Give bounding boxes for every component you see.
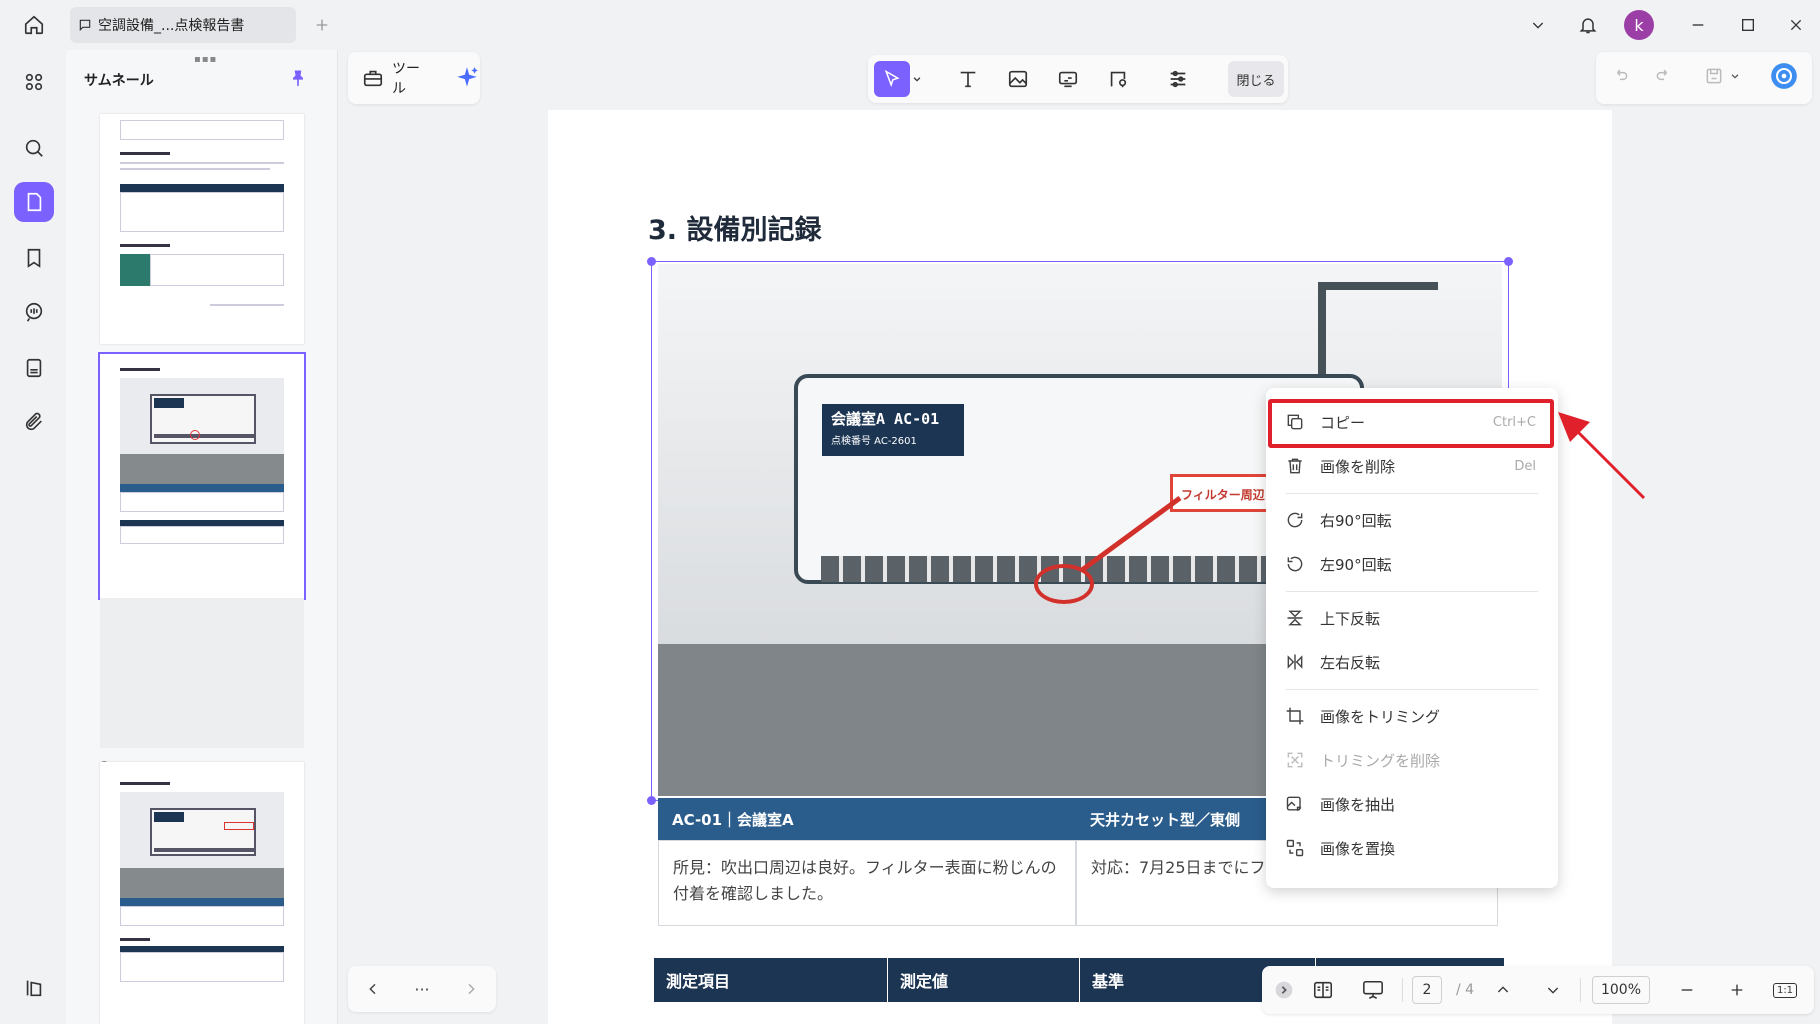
flip-vertical-icon [1280,603,1310,633]
trash-icon [1280,451,1310,481]
resize-handle[interactable] [1504,257,1513,266]
crop-icon [1280,701,1310,731]
menu-separator [1286,689,1538,690]
chevron-left-icon[interactable] [365,981,381,997]
current-page-input[interactable]: 2 [1412,976,1442,1004]
image-tool-icon[interactable] [1000,61,1036,97]
menu-separator [1286,493,1538,494]
chevron-up-icon[interactable] [1488,975,1518,1005]
close-window-icon[interactable] [1782,11,1810,39]
tools-label[interactable]: ツール [392,58,432,98]
menu-item-rotate-left[interactable]: 左90°回転 [1266,542,1558,586]
section-title: 3. 設備別記録 [648,215,822,246]
zoom-out-icon[interactable] [1672,975,1702,1005]
menu-item-flip-horizontal[interactable]: 左右反転 [1266,640,1558,684]
expand-bar-icon[interactable] [1272,975,1296,1005]
menu-item-delete-image[interactable]: 画像を削除 Del [1266,444,1558,488]
menu-item-extract-image[interactable]: 画像を抽出 [1266,782,1558,826]
menu-item-remove-crop: トリミングを削除 [1266,738,1558,782]
actual-size-label: 1:1 [1772,982,1798,998]
title-bar: 空調設備_...点検報告書 k [0,0,1820,50]
actual-size-button[interactable]: 1:1 [1770,975,1800,1005]
bookmark-icon[interactable] [14,238,54,278]
avatar[interactable]: k [1624,10,1654,40]
apps-grid-icon[interactable] [14,62,54,102]
left-rail [8,52,60,1024]
total-pages: / 4 [1455,982,1475,998]
remove-crop-icon [1280,745,1310,775]
extract-image-icon [1280,789,1310,819]
menu-item-rotate-right[interactable]: 右90°回転 [1266,498,1558,542]
bell-icon[interactable] [1574,11,1602,39]
menu-item-crop[interactable]: 画像をトリミング [1266,694,1558,738]
form-fields-icon[interactable] [14,348,54,388]
resize-handle[interactable] [647,796,656,805]
new-tab-icon[interactable] [308,11,336,39]
ai-assistant-icon[interactable] [1766,58,1802,94]
page-thumbnail-2[interactable] [98,352,306,600]
zoom-level-input[interactable]: 100% [1592,976,1650,1004]
pin-icon[interactable] [288,68,308,92]
ai-sparkle-icon[interactable] [454,65,480,91]
reading-mode-icon[interactable] [1306,975,1340,1005]
table-header-1: AC-01｜会議室A [658,798,1076,840]
edit-toolbar: 閉じる [868,55,1288,103]
chevron-down-icon[interactable] [1524,11,1552,39]
thumbnails-page-icon[interactable] [14,182,54,222]
page-nav-group: ··· [348,966,496,1012]
annotation-arrow [1558,412,1646,500]
page-nav-more[interactable]: ··· [414,980,429,999]
thumbnail-panel: ▪▪▪ サムネール 1 ··· 2 ··· [66,50,338,1024]
close-edit-button[interactable]: 閉じる [1228,61,1284,97]
copy-highlight-box [1268,399,1554,448]
presentation-icon[interactable] [1356,975,1390,1005]
comment-panel-icon[interactable] [14,292,54,332]
select-tool-icon[interactable] [874,61,910,97]
chevron-right-icon[interactable] [463,981,479,997]
attachment-icon[interactable] [14,402,54,442]
select-dropdown-icon[interactable] [908,61,926,97]
zoom-in-icon[interactable] [1722,975,1752,1005]
chevron-down-icon[interactable] [1538,975,1568,1005]
maximize-icon[interactable] [1734,11,1762,39]
home-icon[interactable] [20,11,48,39]
table-cell-1: 所見：吹出口周辺は良好。フィルター表面に粉じんの付着を確認しました。 [658,840,1076,926]
link-tool-icon[interactable] [1050,61,1086,97]
watermark-tool-icon[interactable] [1100,61,1136,97]
document-tab[interactable]: 空調設備_...点検報告書 [70,7,296,43]
drag-handle[interactable]: ▪▪▪ [194,54,217,65]
thumbnail-title: サムネール [84,73,154,89]
sidebar-toggle-icon[interactable] [14,968,54,1008]
measure-header-value: 測定値 [888,958,1080,1002]
minimize-icon[interactable] [1684,11,1712,39]
comment-icon [79,19,91,32]
page-thumbnail-2-overflow [100,598,304,748]
page-thumbnail-3[interactable] [100,762,304,1024]
page-thumbnail-1[interactable] [100,114,304,344]
image-context-menu: コピー Ctrl+C 画像を削除 Del 右90°回転 左90°回転 上下反転 … [1266,388,1558,888]
rotate-left-icon [1280,549,1310,579]
menu-item-replace-image[interactable]: 画像を置換 [1266,826,1558,870]
menu-separator [1286,591,1538,592]
undo-icon[interactable] [1602,58,1638,94]
save-dropdown-icon[interactable] [1726,58,1744,94]
menu-item-flip-vertical[interactable]: 上下反転 [1266,596,1558,640]
tab-title: 空調設備_...点検報告書 [98,18,245,34]
resize-handle[interactable] [647,257,656,266]
adjust-tool-icon[interactable] [1160,61,1196,97]
redo-icon[interactable] [1646,58,1682,94]
rotate-right-icon [1280,505,1310,535]
text-tool-icon[interactable] [950,61,986,97]
flip-horizontal-icon [1280,647,1310,677]
toolbox-icon[interactable] [362,67,384,89]
history-toolbar [1596,52,1812,104]
tools-group: ツール [348,52,480,104]
measure-header-item: 測定項目 [654,958,888,1002]
view-controls-bar: 2 / 4 100% 1:1 [1262,966,1814,1014]
search-icon[interactable] [14,128,54,168]
replace-image-icon [1280,833,1310,863]
